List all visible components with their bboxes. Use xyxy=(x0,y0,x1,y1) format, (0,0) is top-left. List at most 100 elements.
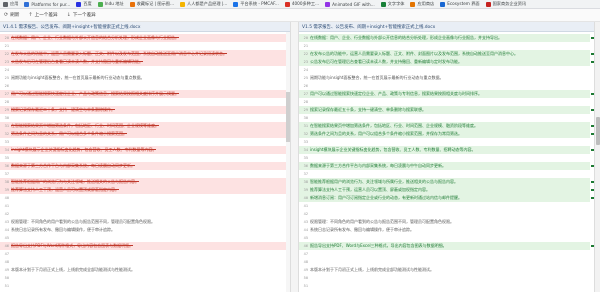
diff-line[interactable]: 50 xyxy=(299,274,590,282)
diff-line[interactable]: 45 xyxy=(299,234,590,242)
main-scrollbar[interactable] xyxy=(594,22,600,292)
diff-line[interactable]: 43 权限管理：不同角色的用户看到的公告与报告范围不同，管理员可配置角色权限。 xyxy=(299,218,590,226)
line-text: 在智能搜索结果页中增加筛选条件，包括地区、行业、时间范围、企业规模、融资阶段等维… xyxy=(310,123,478,128)
deleted-line[interactable]: 39 推荐算法支持人工干预，运营人员可以置顶或屏蔽指定内容。 xyxy=(0,186,286,194)
diff-line[interactable]: 47 xyxy=(299,250,590,258)
deleted-line[interactable]: 34 insight模块展示企业关键指标变化趋势，包含营收、员工人数、专利数量等内… xyxy=(0,146,286,154)
line-number: 27 xyxy=(4,92,9,96)
diff-line[interactable]: 21 xyxy=(0,42,286,50)
diff-line[interactable]: 48 xyxy=(299,258,590,266)
added-line[interactable]: 27 用户可以通过智能搜索快速定位企业、产品、政策与专利信息，搜索结果按照相关度与… xyxy=(299,90,590,98)
added-line[interactable]: 31 在智能搜索结果页中增加筛选条件，包括地区、行业、时间范围、企业规模、融资阶段… xyxy=(299,122,590,130)
diff-line[interactable]: 44 系统日志记录所有发布、撤回与编辑操作，便于审计追踪。 xyxy=(0,226,286,234)
diff-line[interactable]: 33 xyxy=(0,138,286,146)
right-diff-body[interactable]: 20 在线数据：用户、企业、行业数据与外部公开信息的结合分析处理，形成企业画像与行… xyxy=(299,32,594,292)
diff-line[interactable]: 28 xyxy=(0,98,286,106)
next-diff-button[interactable]: ↓ 下一个差异 xyxy=(67,12,96,18)
added-line[interactable]: 39 推荐算法支持人工干预，运营人员可以置顶、屏蔽或加权指定内容。 xyxy=(299,186,590,194)
deleted-line[interactable]: 38 智能推荐根据用户的浏览行为与关注领域，推送相关的公告与报告内容。 xyxy=(0,178,286,186)
diff-line[interactable]: 51 xyxy=(0,282,286,290)
bookmark-item[interactable]: 应用 xyxy=(3,1,18,7)
left-diff-body[interactable]: 20 在线数据：用户、企业、行业数据与外部公开信息的结合分析处理，形成企业画像与行… xyxy=(0,32,290,292)
added-line[interactable]: 22 在发布公告的功能中，运营人员需要录入标题、正文、附件、封面图片以及发布范围，… xyxy=(299,50,590,58)
diff-line[interactable]: 33 xyxy=(299,138,590,146)
diff-line[interactable]: 35 xyxy=(299,154,590,162)
bookmark-item[interactable]: 收藏标记 | 图示图... xyxy=(129,1,174,7)
diff-line[interactable]: 24 xyxy=(0,66,286,74)
right-document-pane[interactable]: V1.5 需求报告、公告发布、阅期+insight+智能搜索正式上线.docx … xyxy=(299,22,594,292)
bookmark-item[interactable]: 国家商务企业资讯 xyxy=(485,1,526,7)
diff-line[interactable]: 42 xyxy=(0,210,286,218)
diff-line[interactable]: 26 xyxy=(299,82,590,90)
diff-line[interactable]: 50 xyxy=(0,274,286,282)
diff-line[interactable]: 51 xyxy=(299,282,590,290)
diff-line[interactable]: 37 xyxy=(299,170,590,178)
deleted-line[interactable]: 31 在智能搜索结果页中增加筛选条件，包括地区、行业、时间范围、企业规模等维度。 xyxy=(0,122,286,130)
deleted-line[interactable]: 46 报告导出支持PDF与Word两种格式，导出内容包含图表与数据明细。 xyxy=(0,242,286,250)
line-number: 29 xyxy=(4,108,9,112)
line-number: 24 xyxy=(303,68,308,72)
deleted-line[interactable]: 27 用户可以通过智能搜索快速定位企业、产品与政策信息，搜索结果按照相关度排序并展… xyxy=(0,90,286,98)
diff-line[interactable]: 21 xyxy=(299,42,590,50)
deleted-line[interactable]: 20 在线数据：用户、企业、行业数据与外部公开信息的结合分析处理，形成企业画像与行… xyxy=(0,34,286,42)
added-line[interactable]: 40 新增消息订阅：用户可订阅指定企业或行业的动态，有更新时通过站内信与邮件提醒。 xyxy=(299,194,590,202)
arrow-down-icon: ↓ xyxy=(66,12,71,18)
added-line[interactable]: 38 智能推荐根据用户的浏览行为、关注领域与所属行业，推送相关的公告与报告内容。 xyxy=(299,178,590,186)
bookmark-item[interactable]: 人人都是产品经理 |... xyxy=(180,1,227,7)
bookmark-item[interactable]: 4000多种工... xyxy=(284,1,319,7)
bookmark-item[interactable]: 文字字体 xyxy=(380,1,404,7)
diff-line[interactable]: 30 xyxy=(0,114,286,122)
bookmark-item[interactable]: 平台系统 - PMCAF... xyxy=(233,1,279,7)
diff-line[interactable]: 28 xyxy=(299,98,590,106)
diff-line[interactable]: 30 xyxy=(299,114,590,122)
line-number: 23 xyxy=(4,60,9,64)
diff-line[interactable]: 49 本版本计划于下月初正式上线，上线前完成全部功能测试与性能测试。 xyxy=(0,266,286,274)
left-document-pane[interactable]: V1.4.1 需求报告、公告发布、阅期+insight+智能搜索正式上线.doc… xyxy=(0,22,290,292)
diff-line[interactable]: 41 xyxy=(299,202,590,210)
diff-line[interactable]: 37 xyxy=(0,170,286,178)
diff-line[interactable]: 41 xyxy=(0,202,286,210)
line-number: 32 xyxy=(4,132,9,136)
bookmark-item[interactable]: 百度 xyxy=(76,1,92,7)
line-number: 51 xyxy=(303,284,308,288)
main-scroll-thumb[interactable] xyxy=(596,117,600,145)
left-file-title: V1.4.1 需求报告、公告发布、阅期+insight+智能搜索正式上线.doc… xyxy=(0,22,290,32)
refresh-button[interactable]: ⟳ 刷新 xyxy=(4,12,19,18)
diff-line[interactable]: 47 xyxy=(0,250,286,258)
diff-line[interactable]: 44 系统日志记录所有发布、撤回与编辑操作，便于审计追踪。 xyxy=(299,226,590,234)
diff-line[interactable]: 42 xyxy=(299,210,590,218)
diff-line[interactable]: 25 阅期功能与insight面板整合，统一在首页展示最新的行业动态与重点数据。 xyxy=(299,74,590,82)
diff-line[interactable]: 43 权限管理：不同角色的用户看到的公告与报告范围不同，管理员可配置角色权限。 xyxy=(0,218,286,226)
diff-line[interactable]: 45 xyxy=(0,234,286,242)
prev-diff-button[interactable]: ↑ 上一个差异 xyxy=(28,12,57,18)
diff-line[interactable]: 48 xyxy=(0,258,286,266)
diff-line[interactable]: 40 xyxy=(0,194,286,202)
added-line[interactable]: 36 数据来源于第三方合作平台与内部采集系统，每日凌晨与中午自动同步更新。 xyxy=(299,162,590,170)
deleted-line[interactable]: 23 公告发布后可在管理后台查看已读未读人数，并支持撤回与重新编辑功能。 xyxy=(0,58,286,66)
bookmark-item[interactable]: Animated GIF with... xyxy=(325,1,375,7)
added-line[interactable]: 46 报告导出支持PDF、Word与Excel三种格式，导出内容包含图表与数据明细… xyxy=(299,242,590,250)
diff-line[interactable]: 25 阅期功能与insight面板整合，统一在首页展示最新的行业动态与重点数据。 xyxy=(0,74,286,82)
diff-line[interactable]: 24 xyxy=(299,66,590,74)
bookmark-item[interactable]: Ecosystem 界面 xyxy=(440,1,480,7)
bookmark-item[interactable]: 应用商店 xyxy=(410,1,434,7)
added-line[interactable]: 23 公告发布后可在管理后台查看已读未读人数，并支持撤回、重新编辑与定时发布功能。 xyxy=(299,58,590,66)
diff-line[interactable]: 49 本版本计划于下月初正式上线，上线前完成全部功能测试与性能测试。 xyxy=(299,266,590,274)
deleted-line[interactable]: 36 数据来源于第三方合作平台与内部采集系统，每日凌晨自动同步更新。 xyxy=(0,162,286,170)
added-line[interactable]: 32 筛选条件之间为且的关系，用户可以组合多个条件缩小搜索范围，并保存为常用筛选。 xyxy=(299,130,590,138)
line-text: insight模块展示企业关键指标变化趋势，包含营收、员工人数、专利数量等内容。 xyxy=(11,147,157,152)
pane-splitter[interactable] xyxy=(290,22,299,292)
added-line[interactable]: 34 insight模块展示企业关键指标变化趋势，包含营收、员工人数、专利数量、招… xyxy=(299,146,590,154)
bookmark-item[interactable]: Indu 地址 xyxy=(97,1,124,7)
diff-line[interactable]: 26 xyxy=(0,82,286,90)
diff-line[interactable]: 35 xyxy=(0,154,286,162)
deleted-line[interactable]: 22 在发布公告的功能中，运营人员需要录入标题、正文、附件以及发布范围，系统自动推… xyxy=(0,50,286,58)
deleted-line[interactable]: 29 搜索记录保存最近二十条，支持一键清空与单条删除操作。 xyxy=(0,106,286,114)
line-number: 28 xyxy=(303,100,308,104)
line-number: 33 xyxy=(303,140,308,144)
deleted-line[interactable]: 32 筛选条件之间为且的关系，用户可以组合多个条件缩小搜索范围。 xyxy=(0,130,286,138)
added-line[interactable]: 20 在线数据：用户、企业、行业数据与外部公开信息的结合分析处理，形成企业画像与行… xyxy=(299,34,590,42)
prev-diff-label: 上一个差异 xyxy=(34,13,58,18)
bookmark-item[interactable]: Platforms for pur... xyxy=(24,1,70,7)
added-line[interactable]: 29 搜索记录保存最近五十条，支持一键清空、单条删除与搜索联想。 xyxy=(299,106,590,114)
